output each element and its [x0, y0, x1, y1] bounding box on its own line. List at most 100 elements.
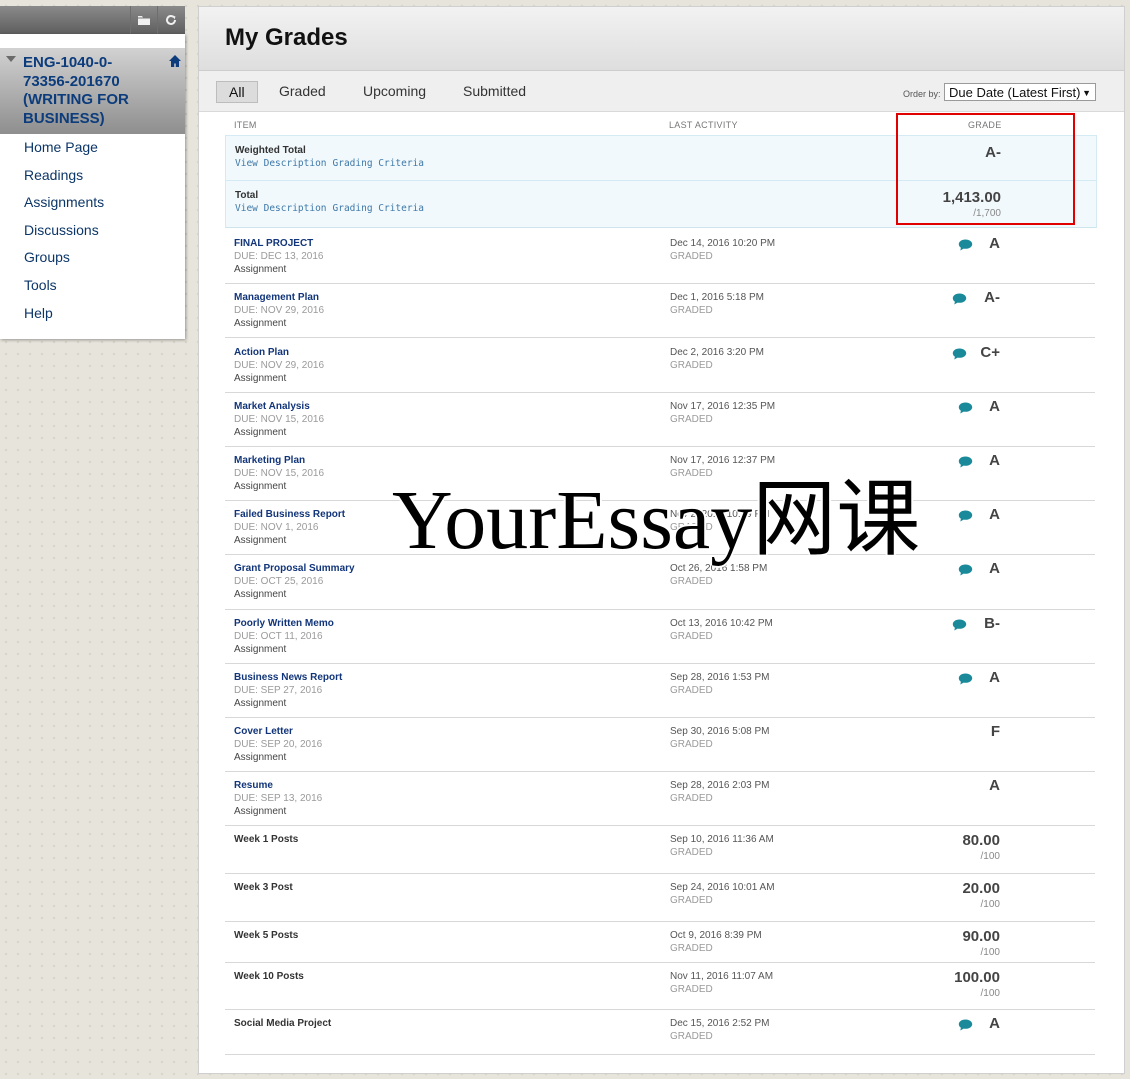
grade-status: GRADED — [670, 984, 713, 995]
speech-bubble-icon[interactable] — [952, 292, 967, 305]
course-title[interactable]: ENG-1040-0-73356-201670 (WRITING FOR BUS… — [23, 54, 158, 128]
table-row: Action Plan DUE: NOV 29, 2016 Assignment De… — [225, 338, 1095, 393]
item-due-date: DUE: DEC 13, 2016 — [234, 251, 324, 262]
item-due-date: DUE: SEP 13, 2016 — [234, 793, 323, 804]
table-row: Business News Report DUE: SEP 27, 2016 Ass… — [225, 663, 1095, 718]
course-menu: ENG-1040-0-73356-201670 (WRITING FOR BUS… — [0, 34, 185, 339]
speech-bubble-icon[interactable] — [958, 238, 973, 251]
order-by-label: Order by: — [903, 89, 941, 99]
last-activity-date: Dec 2, 2016 3:20 PM — [670, 347, 764, 358]
last-activity-date: Nov 17, 2016 12:35 PM — [670, 401, 776, 412]
order-by-select[interactable]: Due Date (Latest First) ▼ — [944, 83, 1096, 101]
item-type: Assignment — [234, 589, 287, 600]
grade-status: GRADED — [670, 793, 713, 804]
item-title[interactable]: Cover Letter — [234, 726, 293, 737]
summary-links: View Description Grading Criteria — [235, 203, 430, 214]
dropdown-arrow-icon: ▼ — [1082, 88, 1091, 98]
column-header-grade: GRADE — [968, 120, 1002, 130]
menu-item-groups[interactable]: Groups — [0, 244, 185, 272]
view-description-link[interactable]: View Description — [235, 203, 327, 214]
speech-bubble-icon[interactable] — [952, 618, 967, 631]
last-activity-date: Nov 17, 2016 12:37 PM — [670, 455, 776, 466]
item-title: Week 1 Posts — [234, 834, 299, 845]
item-title[interactable]: Marketing Plan — [234, 455, 305, 466]
summary-title: Weighted Total — [235, 145, 306, 156]
grade-status: GRADED — [670, 895, 713, 906]
table-row: Week 5 Posts Oct 9, 2016 8:39 PM GRADED 90.… — [225, 921, 1095, 963]
speech-bubble-icon[interactable] — [958, 672, 973, 685]
summary-title: Total — [235, 190, 259, 201]
item-title[interactable]: Market Analysis — [234, 401, 310, 412]
menu-item-help[interactable]: Help — [0, 300, 185, 328]
item-type: Assignment — [234, 481, 287, 492]
grade-value: A- — [984, 289, 1000, 306]
item-title: Social Media Project — [234, 1018, 332, 1029]
item-title[interactable]: FINAL PROJECT — [234, 238, 313, 249]
table-row: Failed Business Report DUE: NOV 1, 2016 As… — [225, 500, 1095, 555]
grades-panel: My Grades All Graded Upcoming Submitted … — [198, 6, 1125, 1074]
speech-bubble-icon[interactable] — [958, 401, 973, 414]
menu-item-assignments[interactable]: Assignments — [0, 189, 185, 217]
summary-row: Total View Description Grading Criteria 1,4… — [225, 180, 1097, 228]
table-row: Week 10 Posts Nov 11, 2016 11:07 AM GRADED… — [225, 962, 1095, 1010]
collapse-arrow-icon[interactable] — [6, 56, 16, 62]
table-row: Resume DUE: SEP 13, 2016 Assignment Sep 28,… — [225, 771, 1095, 826]
grade-max: /100 — [980, 947, 1000, 958]
table-row: Week 1 Posts Sep 10, 2016 11:36 AM GRADED 8… — [225, 825, 1095, 874]
grade-status: GRADED — [670, 251, 713, 262]
grading-criteria-link[interactable]: Grading Criteria — [333, 158, 425, 169]
menu-item-discussions[interactable]: Discussions — [0, 217, 185, 245]
item-due-date: DUE: SEP 27, 2016 — [234, 685, 323, 696]
item-title[interactable]: Action Plan — [234, 347, 289, 358]
grade-status: GRADED — [670, 739, 713, 750]
menu-item-readings[interactable]: Readings — [0, 162, 185, 190]
speech-bubble-icon[interactable] — [958, 455, 973, 468]
grade-max: /100 — [980, 899, 1000, 910]
item-due-date: DUE: NOV 15, 2016 — [234, 414, 325, 425]
filter-submitted[interactable]: Submitted — [463, 83, 526, 99]
item-title[interactable]: Resume — [234, 780, 273, 791]
item-type: Assignment — [234, 752, 287, 763]
last-activity-date: Sep 30, 2016 5:08 PM — [670, 726, 770, 737]
grade-value: A — [989, 235, 1000, 252]
grade-value: 100.00 — [954, 969, 1000, 986]
speech-bubble-icon[interactable] — [952, 347, 967, 360]
filter-all[interactable]: All — [216, 81, 258, 103]
filter-graded[interactable]: Graded — [279, 83, 326, 99]
course-header[interactable]: ENG-1040-0-73356-201670 (WRITING FOR BUS… — [0, 48, 185, 134]
item-title[interactable]: Business News Report — [234, 672, 342, 683]
item-title[interactable]: Poorly Written Memo — [234, 618, 334, 629]
menu-item-home-page[interactable]: Home Page — [0, 134, 185, 162]
page-title: My Grades — [225, 24, 348, 51]
grade-value: A — [989, 1015, 1000, 1032]
table-row: Management Plan DUE: NOV 29, 2016 Assignme… — [225, 283, 1095, 338]
speech-bubble-icon[interactable] — [958, 563, 973, 576]
grade-status: GRADED — [670, 685, 713, 696]
table-row: FINAL PROJECT DUE: DEC 13, 2016 Assignment… — [225, 229, 1095, 284]
item-title[interactable]: Failed Business Report — [234, 509, 345, 520]
folder-icon[interactable] — [130, 6, 157, 34]
grade-status: GRADED — [670, 1031, 713, 1042]
summary-grade: 1,413.00 — [942, 189, 1001, 206]
grading-criteria-link[interactable]: Grading Criteria — [333, 203, 425, 214]
refresh-icon[interactable] — [157, 6, 184, 34]
speech-bubble-icon[interactable] — [958, 509, 973, 522]
last-activity-date: Nov 11, 2016 11:07 AM — [670, 971, 774, 982]
menu-item-tools[interactable]: Tools — [0, 272, 185, 300]
item-type: Assignment — [234, 318, 287, 329]
home-icon[interactable] — [168, 54, 182, 68]
item-title[interactable]: Grant Proposal Summary — [234, 563, 355, 574]
speech-bubble-icon[interactable] — [958, 1018, 973, 1031]
page-header: My Grades — [199, 7, 1124, 71]
filter-upcoming[interactable]: Upcoming — [363, 83, 426, 99]
last-activity-date: Sep 28, 2016 1:53 PM — [670, 672, 770, 683]
item-type: Assignment — [234, 373, 287, 384]
grade-status: GRADED — [670, 943, 713, 954]
item-title[interactable]: Management Plan — [234, 292, 319, 303]
last-activity-date: Dec 1, 2016 5:18 PM — [670, 292, 764, 303]
view-description-link[interactable]: View Description — [235, 158, 327, 169]
grade-value: B- — [984, 615, 1000, 632]
grade-value: 80.00 — [962, 832, 1000, 849]
order-by-value: Due Date (Latest First) — [949, 85, 1081, 100]
table-row: Social Media Project Dec 15, 2016 2:52 PM… — [225, 1009, 1095, 1055]
